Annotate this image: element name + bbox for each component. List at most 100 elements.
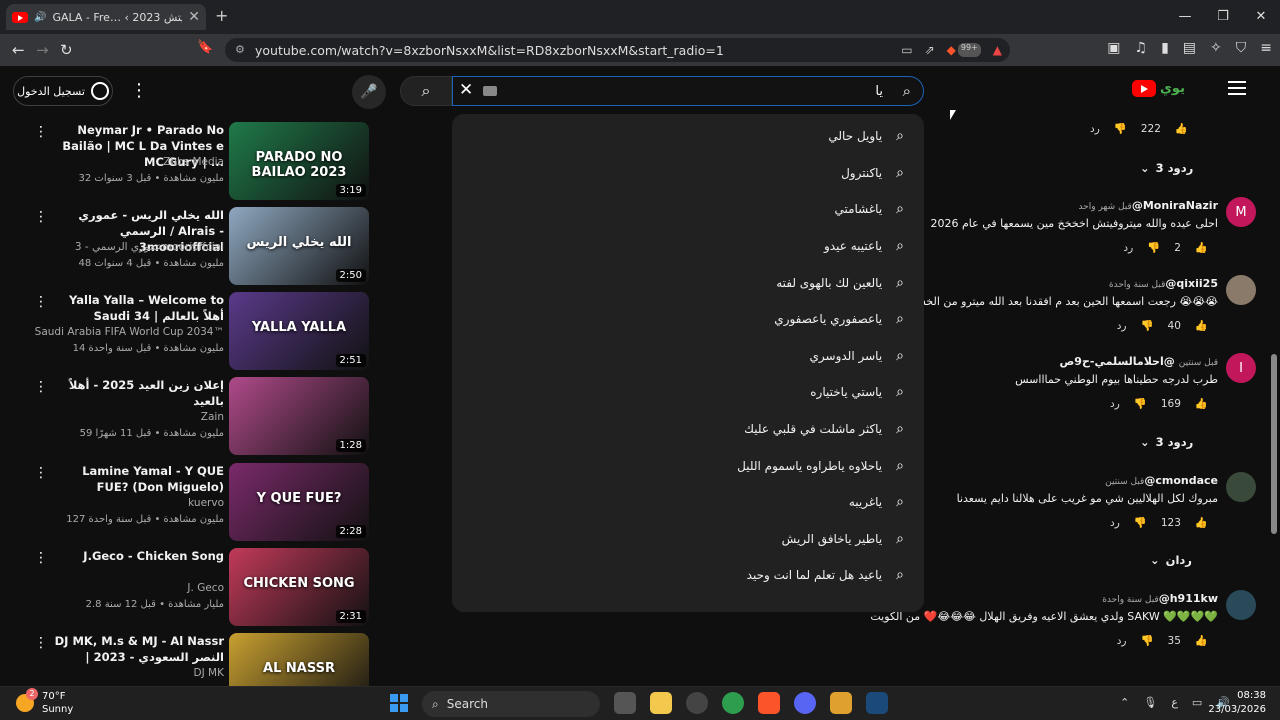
reply-button[interactable]: رد <box>1123 242 1133 254</box>
dislike-icon[interactable]: 👎 <box>1114 122 1127 135</box>
wallet-icon[interactable]: ▤ <box>1183 40 1196 56</box>
related-video[interactable]: ⋮ Lamine Yamal - Y QUE FUE? (Don Miguelo)… <box>0 463 372 543</box>
chrome-icon[interactable] <box>722 692 744 714</box>
network-icon[interactable]: ▭ <box>1192 696 1202 709</box>
comment-author[interactable]: @MoniraNazir <box>1132 199 1218 212</box>
suggestion-item[interactable]: ياستي ياختياره ⌕ <box>452 374 924 411</box>
search-button[interactable]: ⌕ <box>400 76 452 106</box>
app-icon[interactable] <box>830 692 852 714</box>
comment-author[interactable]: @h911kw <box>1159 592 1218 605</box>
more-options-icon[interactable]: ⋮ <box>130 80 148 101</box>
bookmark-icon[interactable]: 🔖 <box>197 40 213 55</box>
related-video[interactable]: ⋮ الله يخلي الريس - عموري الرسمي / Alrais… <box>0 207 372 287</box>
brave-icon[interactable] <box>758 692 780 714</box>
suggestion-item[interactable]: ياكثر ماشلت في قلبي عليك ⌕ <box>452 411 924 448</box>
start-button[interactable] <box>390 694 408 712</box>
scrollbar-thumb[interactable] <box>1271 354 1277 534</box>
share-icon[interactable]: ⇗ <box>925 43 935 57</box>
close-window-icon[interactable]: ✕ <box>1242 0 1280 34</box>
reply-button[interactable]: رد <box>1090 123 1100 135</box>
taskbar-search[interactable]: ⌕ Search <box>422 691 600 717</box>
reply-button[interactable]: رد <box>1110 517 1120 529</box>
avatar[interactable] <box>1226 472 1256 502</box>
dislike-icon[interactable]: 👎 <box>1140 319 1153 332</box>
close-tab-icon[interactable]: ✕ <box>188 9 200 25</box>
replies-toggle[interactable]: ⌄ 3 ردود <box>1140 161 1193 175</box>
suggestion-item[interactable]: ياحلاوه ياطراوه ياسموم الليل ⌕ <box>452 447 924 484</box>
suggestion-item[interactable]: ياعصفوري ياعصفوري ⌕ <box>452 301 924 338</box>
site-info-icon[interactable]: ⚙ <box>235 43 245 56</box>
reload-icon[interactable]: ↻ <box>60 41 73 59</box>
related-video[interactable]: ⋮ Neymar Jr • Parado No Bailão | MC L Da … <box>0 122 372 202</box>
leo-ai-icon[interactable]: ✧ <box>1210 40 1222 56</box>
address-bar[interactable]: ⚙ youtube.com/watch?v=8xzborNsxxM&list=R… <box>225 38 1010 62</box>
video-thumbnail[interactable]: YALLA YALLA 2:51 <box>229 292 369 370</box>
task-view-icon[interactable] <box>614 692 636 714</box>
avatar[interactable] <box>1226 275 1256 305</box>
video-channel[interactable]: J. Geco <box>187 582 224 594</box>
reply-button[interactable]: رد <box>1117 320 1127 332</box>
video-thumbnail[interactable]: CHICKEN SONG 2:31 <box>229 548 369 626</box>
like-icon[interactable]: 👍 <box>1195 241 1208 254</box>
suggestion-item[interactable]: ياعيد هل تعلم لما انت وحيد ⌕ <box>452 557 924 594</box>
video-title[interactable]: Lamine Yamal - Y QUE FUE? (Don Miguelo) <box>49 463 224 495</box>
copilot-icon[interactable] <box>686 692 708 714</box>
dislike-icon[interactable]: 👎 <box>1134 397 1147 410</box>
video-title[interactable]: إعلان زين العيد 2025 - أهلاً بالعيد <box>49 377 224 409</box>
video-channel[interactable]: Saudi Arabia FIFA World Cup 2034™ <box>35 326 224 338</box>
avatar[interactable]: M <box>1226 197 1256 227</box>
minimize-icon[interactable]: — <box>1166 0 1204 34</box>
music-icon[interactable]: ♫ <box>1135 40 1148 56</box>
like-icon[interactable]: 👍 <box>1195 397 1208 410</box>
related-video[interactable]: ⋮ إعلان زين العيد 2025 - أهلاً بالعيد Zain… <box>0 377 372 457</box>
video-channel[interactable]: Zbbs Media <box>163 156 224 168</box>
browser-tab-active[interactable]: 🔊 GALA - Fre… ‹ متروفيتش 2023 ✕ <box>6 4 206 30</box>
audio-icon[interactable]: 🔊 <box>34 12 46 23</box>
file-explorer-icon[interactable] <box>650 692 672 714</box>
video-menu-icon[interactable]: ⋮ <box>34 379 48 395</box>
video-title[interactable]: J.Geco - Chicken Song <box>49 548 224 564</box>
language-indicator[interactable]: ع <box>1171 696 1178 709</box>
video-menu-icon[interactable]: ⋮ <box>34 294 48 310</box>
comment-author[interactable]: @cmondace <box>1144 474 1218 487</box>
restore-icon[interactable]: ❐ <box>1204 0 1242 34</box>
suggestion-item[interactable]: ياويل حالي ⌕ <box>452 118 924 155</box>
suggestion-item[interactable]: ياسر الدوسري ⌕ <box>452 338 924 375</box>
search-box[interactable]: ✕ ⌕ <box>452 76 924 106</box>
video-thumbnail[interactable]: PARADO NO BAILAO 2023 3:19 <box>229 122 369 200</box>
chevron-up-icon[interactable]: ⌃ <box>1120 696 1129 709</box>
screenshot-icon[interactable]: ▣ <box>1107 40 1120 56</box>
brave-shields-icon[interactable]: ◆ <box>947 43 956 57</box>
avatar[interactable]: I <box>1226 353 1256 383</box>
back-icon[interactable]: ← <box>12 41 25 59</box>
clear-search-icon[interactable]: ✕ <box>459 80 473 100</box>
avatar[interactable] <box>1226 590 1256 620</box>
dislike-icon[interactable]: 👎 <box>1140 634 1153 647</box>
video-menu-icon[interactable]: ⋮ <box>34 124 48 140</box>
video-thumbnail[interactable]: الله يخلي الريس 2:50 <box>229 207 369 285</box>
video-menu-icon[interactable]: ⋮ <box>34 209 48 225</box>
suggestion-item[interactable]: ياغريبه ⌕ <box>452 484 924 521</box>
dislike-icon[interactable]: 👎 <box>1147 241 1160 254</box>
like-icon[interactable]: 👍 <box>1175 122 1188 135</box>
like-icon[interactable]: 👍 <box>1195 516 1208 529</box>
cast-icon[interactable]: ▭ <box>901 43 912 57</box>
clock[interactable]: 08:38 23/03/2026 <box>1208 689 1266 717</box>
replies-toggle[interactable]: ⌄ 3 ردود <box>1140 435 1193 449</box>
suggestion-item[interactable]: ياطير ياخافق الريش ⌕ <box>452 521 924 558</box>
menu-icon[interactable]: ≡ <box>1260 40 1272 56</box>
like-icon[interactable]: 👍 <box>1195 634 1208 647</box>
voice-search-button[interactable]: 🎤 <box>352 75 386 109</box>
comment-author[interactable]: @احلامالسلمي-ح9ص <box>1059 355 1174 368</box>
reply-button[interactable]: رد <box>1110 398 1120 410</box>
video-channel[interactable]: kuervo <box>188 497 224 509</box>
steam-icon[interactable] <box>866 692 888 714</box>
video-title[interactable]: Yalla Yalla – Welcome to Saudi 34 | أهلا… <box>49 292 224 324</box>
video-channel[interactable]: Zain <box>201 411 224 423</box>
video-menu-icon[interactable]: ⋮ <box>34 550 48 566</box>
brave-rewards-icon[interactable]: ▲ <box>993 43 1002 57</box>
related-video[interactable]: ⋮ Yalla Yalla – Welcome to Saudi 34 | أهل… <box>0 292 372 372</box>
dislike-icon[interactable]: 👎 <box>1134 516 1147 529</box>
guide-menu-icon[interactable] <box>1228 81 1246 95</box>
forward-icon[interactable]: → <box>36 41 49 59</box>
